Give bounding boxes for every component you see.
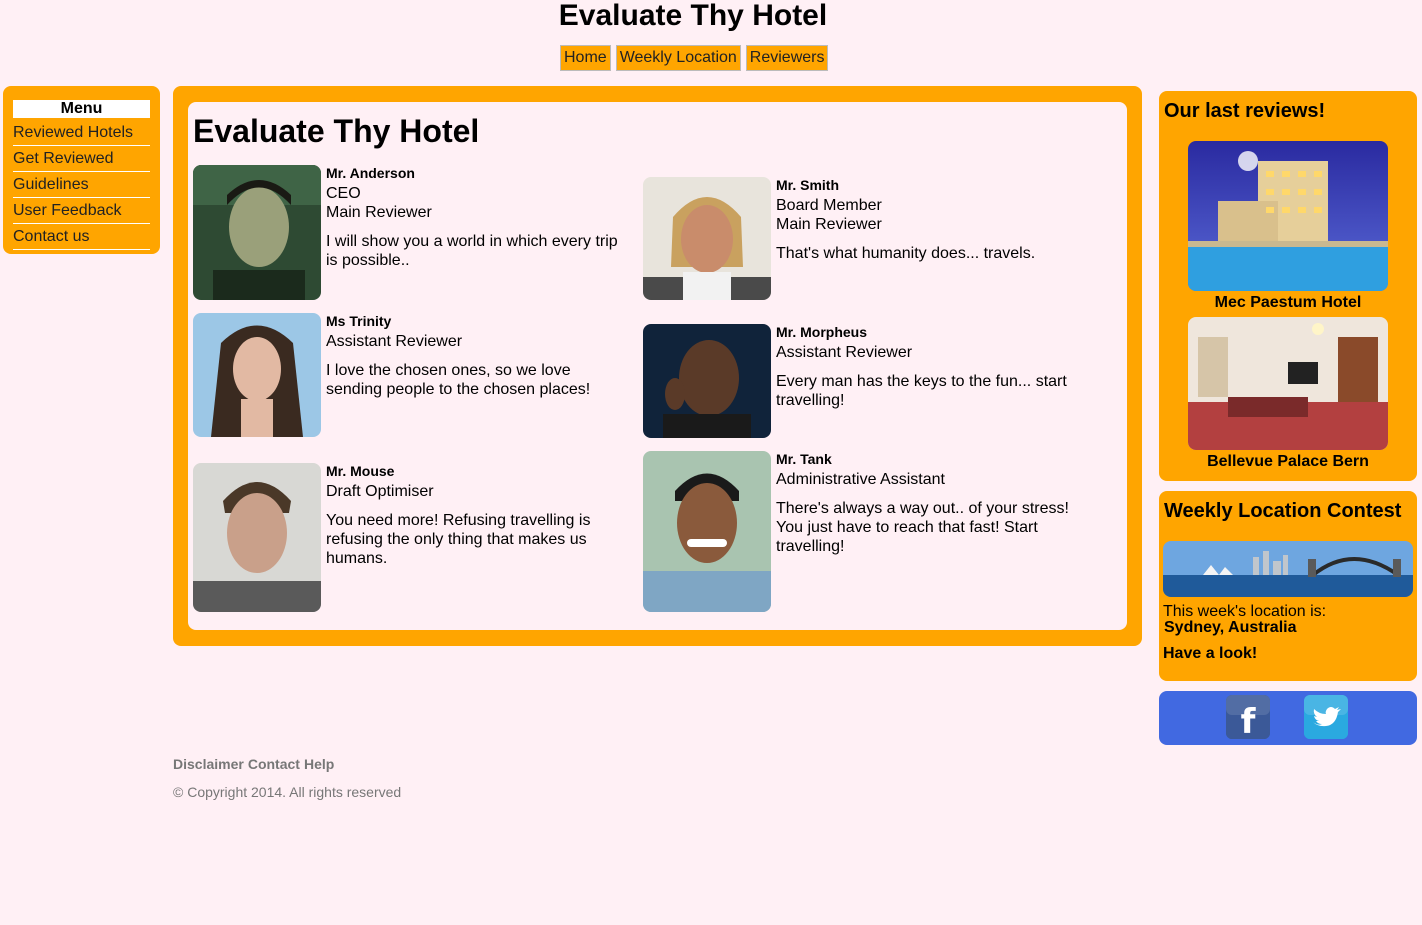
contest-location: Sydney, Australia [1164,619,1297,636]
contest-cta-link[interactable]: Have a look! [1163,646,1257,662]
reviewer-role: Assistant Reviewer [776,344,913,361]
facebook-icon[interactable]: f [1226,695,1270,742]
reviewer-text: Mr. Tank Administrative Assistant There'… [776,451,1076,556]
menu-item-reviewed-hotels[interactable]: Reviewed Hotels [13,122,150,146]
reviewer-role: Assistant Reviewer [326,333,463,350]
hotel-image-mec-paestum[interactable] [1188,141,1388,291]
site-title: Evaluate Thy Hotel [558,0,828,32]
footer-contact-link[interactable]: Contact [248,756,300,772]
nav-home-link[interactable]: Home [560,45,611,71]
menu-item-contact-us[interactable]: Contact us [13,226,150,250]
main-content-frame: Evaluate Thy Hotel Mr. Anderson CEO Main… [173,86,1142,646]
reviewer-role: Administrative Assistant [776,471,945,488]
copyright-text: © Copyright 2014. All rights reserved [173,784,402,800]
nav-weekly-location-link[interactable]: Weekly Location [615,45,741,71]
contest-intro: This week's location is: [1163,603,1327,620]
facebook-glyph: f [1241,702,1257,739]
reviewer-text: Mr. Smith Board Member Main Reviewer Tha… [776,177,1076,263]
reviewer-photo [643,177,771,300]
reviewer-text: Mr. Mouse Draft Optimiser You need more!… [326,463,626,568]
reviewer-text: Mr. Anderson CEO Main Reviewer I will sh… [326,165,626,270]
reviewer-photo [643,451,771,612]
reviewer-role: Draft Optimiser [326,483,434,500]
menu-item-get-reviewed[interactable]: Get Reviewed [13,148,150,172]
side-menu: Menu Reviewed Hotels Get Reviewed Guidel… [3,86,160,254]
reviewer-text: Mr. Morpheus Assistant Reviewer Every ma… [776,324,1076,410]
reviewer-quote: That's what humanity does... travels. [776,245,1036,262]
reviewer-name: Mr. Morpheus [776,324,868,340]
hotel-caption[interactable]: Mec Paestum Hotel [1159,293,1417,313]
reviewer-role: Board Member [776,197,882,214]
twitter-icon[interactable] [1304,695,1348,739]
main-content: Evaluate Thy Hotel Mr. Anderson CEO Main… [188,102,1127,630]
hotel-caption[interactable]: Bellevue Palace Bern [1159,452,1417,472]
footer-disclaimer-link[interactable]: Disclaimer [173,756,244,772]
menu-heading: Menu [13,100,150,118]
reviewer-name: Ms Trinity [326,313,392,329]
reviewer-name: Mr. Smith [776,177,840,193]
reviewer-role: Main Reviewer [776,216,882,233]
weekly-contest-box: Weekly Location Contest This week's loca… [1159,491,1417,681]
last-reviews-title: Our last reviews! [1164,100,1326,122]
reviewer-photo [193,463,321,612]
reviewer-photo [193,165,321,300]
main-heading: Evaluate Thy Hotel [193,113,480,149]
hotel-image-bellevue-palace[interactable] [1188,317,1388,450]
reviewer-quote: I love the chosen ones, so we love sendi… [326,362,591,398]
weekly-contest-title: Weekly Location Contest [1164,500,1402,522]
reviewer-name: Mr. Anderson [326,165,415,181]
nav-reviewers-link[interactable]: Reviewers [745,45,829,71]
reviewer-quote: You need more! Refusing travelling is re… [326,512,591,567]
top-navigation: Home Weekly Location Reviewers [560,45,829,71]
reviewer-name: Mr. Mouse [326,463,395,479]
reviewer-photo [193,313,321,437]
reviewer-photo [643,324,771,438]
contest-location-image[interactable] [1163,541,1413,597]
footer-help-link[interactable]: Help [304,756,334,772]
social-links-box: f [1159,691,1417,745]
menu-item-user-feedback[interactable]: User Feedback [13,200,150,224]
last-reviews-box: Our last reviews! Mec Paestum Hotel Bell… [1159,91,1417,481]
reviewer-text: Ms Trinity Assistant Reviewer I love the… [326,313,626,399]
menu-item-guidelines[interactable]: Guidelines [13,174,150,198]
reviewer-quote: Every man has the keys to the fun... sta… [776,373,1067,409]
footer-links: Disclaimer Contact Help [173,756,338,772]
reviewer-role: Main Reviewer [326,204,432,221]
reviewer-quote: I will show you a world in which every t… [326,233,618,269]
reviewer-quote: There's always a way out.. of your stres… [776,500,1069,555]
reviewer-name: Mr. Tank [776,451,832,467]
reviewer-role: CEO [326,185,361,202]
